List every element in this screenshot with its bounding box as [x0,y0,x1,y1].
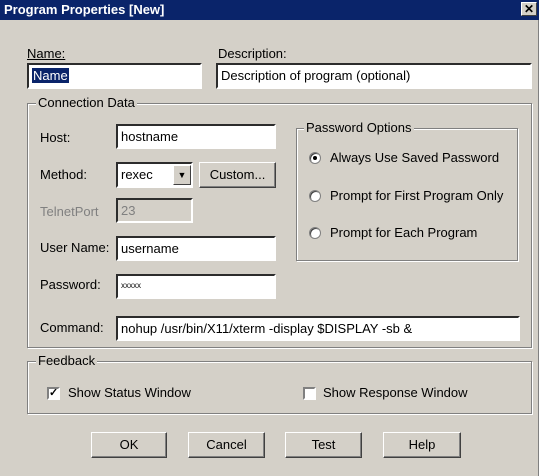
command-input-value: nohup /usr/bin/X11/xterm -display $DISPL… [121,321,413,336]
username-label: User Name: [40,240,110,255]
description-input[interactable]: Description of program (optional) [216,63,532,89]
password-options-group-label: Password Options [304,120,414,135]
test-button[interactable]: Test [285,432,362,458]
password-label: Password: [40,277,101,292]
custom-button[interactable]: Custom... [199,162,276,188]
name-input-value: Name [32,68,69,83]
connection-data-group-label: Connection Data [36,95,137,110]
title-bar[interactable]: Program Properties [New] ✕ [0,0,539,20]
prompt-first-program-radio[interactable] [309,190,321,202]
telnetport-label: TelnetPort [40,204,99,219]
command-input[interactable]: nohup /usr/bin/X11/xterm -display $DISPL… [116,316,520,341]
host-label: Host: [40,130,71,145]
close-button[interactable]: ✕ [521,2,537,16]
feedback-group-label: Feedback [36,353,98,368]
description-input-value: Description of program (optional) [221,68,411,83]
password-input[interactable]: xxxxx [116,274,276,299]
telnetport-input: 23 [116,198,193,223]
chevron-down-icon: ▼ [177,170,187,180]
username-input-value: username [121,241,179,256]
close-icon: ✕ [523,2,535,16]
password-input-value: xxxxx [121,281,141,290]
name-input[interactable]: Name [27,63,202,89]
prompt-each-program-label[interactable]: Prompt for Each Program [330,225,477,240]
ok-button[interactable]: OK [91,432,167,458]
command-label: Command: [40,320,104,335]
telnetport-input-value: 23 [121,203,136,218]
host-input[interactable]: hostname [116,124,276,149]
show-status-checkbox[interactable]: ✓ [47,387,60,400]
username-input[interactable]: username [116,236,276,261]
prompt-first-program-label[interactable]: Prompt for First Program Only [330,188,503,203]
show-response-checkbox[interactable] [303,387,316,400]
show-response-label[interactable]: Show Response Window [323,385,468,400]
radio-selected-dot [313,156,317,160]
always-saved-password-label[interactable]: Always Use Saved Password [330,150,499,165]
help-button[interactable]: Help [383,432,461,458]
cancel-button[interactable]: Cancel [188,432,265,458]
name-label: Name: [27,46,66,61]
method-label: Method: [40,167,87,182]
method-dropdown-button[interactable]: ▼ [173,165,191,185]
checkmark-icon: ✓ [49,387,59,399]
program-properties-dialog: Program Properties [New] ✕ Name: Name De… [0,0,539,476]
host-input-value: hostname [121,129,179,144]
always-saved-password-radio[interactable] [309,152,321,164]
prompt-each-program-radio[interactable] [309,227,321,239]
method-select-value: rexec [121,167,153,182]
show-status-label[interactable]: Show Status Window [68,385,191,400]
description-label: Description: [218,46,287,61]
window-title: Program Properties [New] [4,2,165,17]
